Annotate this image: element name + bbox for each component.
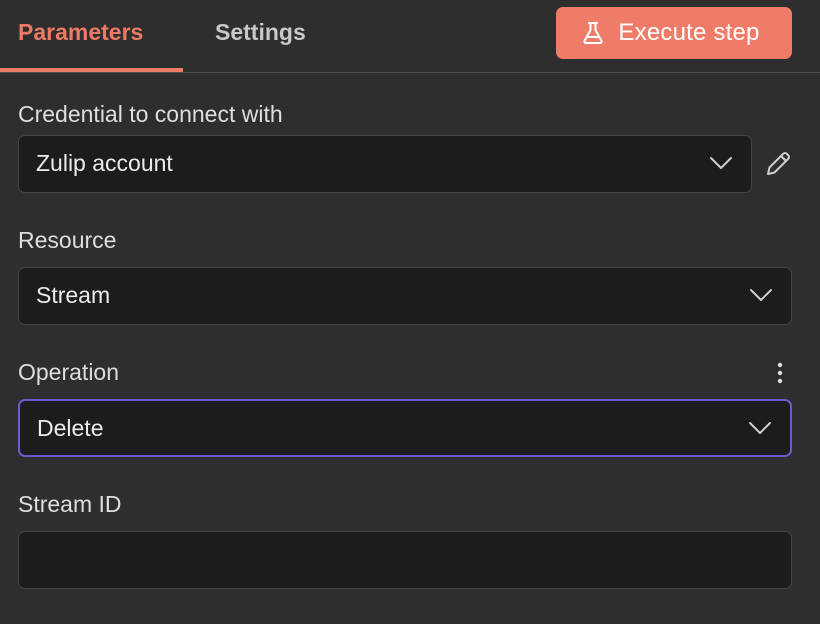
tab-parameters[interactable]: Parameters <box>18 16 143 48</box>
kebab-menu-icon[interactable] <box>770 360 790 386</box>
tab-settings[interactable]: Settings <box>215 16 306 48</box>
operation-label: Operation <box>18 359 120 385</box>
stream-id-label: Stream ID <box>18 491 122 517</box>
chevron-down-icon <box>710 157 732 169</box>
flask-icon <box>583 22 604 44</box>
operation-value: Delete <box>37 415 104 441</box>
pencil-icon[interactable] <box>764 150 792 178</box>
chevron-down-icon <box>750 289 772 301</box>
credential-value: Zulip account <box>36 150 173 176</box>
credential-select[interactable]: Zulip account <box>18 135 752 193</box>
execute-step-button[interactable]: Execute step <box>556 7 792 59</box>
operation-select[interactable]: Delete <box>18 399 792 457</box>
execute-step-label: Execute step <box>618 19 760 46</box>
credential-label: Credential to connect with <box>18 101 283 127</box>
resource-label: Resource <box>18 227 117 253</box>
active-tab-indicator <box>0 68 183 72</box>
chevron-down-icon <box>749 422 771 434</box>
resource-select[interactable]: Stream <box>18 267 792 325</box>
node-parameters-panel: Parameters Settings Execute step Credent… <box>0 0 820 624</box>
panel-header: Parameters Settings Execute step <box>0 0 820 73</box>
resource-value: Stream <box>36 282 111 308</box>
stream-id-input[interactable] <box>18 531 792 589</box>
